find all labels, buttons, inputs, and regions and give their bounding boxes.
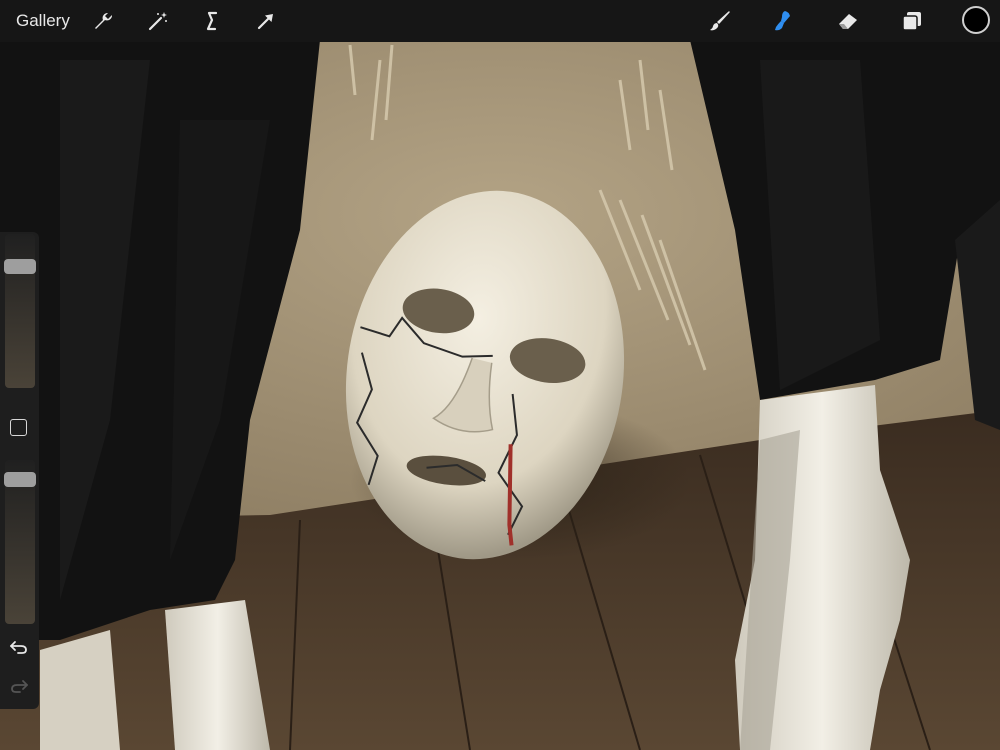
magic-wand-icon[interactable]: [146, 9, 170, 33]
eraser-icon[interactable]: [836, 9, 860, 33]
layers-icon[interactable]: [900, 9, 924, 33]
leg-left-edge: [40, 630, 120, 750]
brush-size-thumb[interactable]: [4, 259, 36, 275]
drawing-canvas[interactable]: [0, 0, 1000, 750]
opacity-slider[interactable]: [4, 460, 36, 624]
redo-icon[interactable]: [9, 676, 29, 696]
selection-icon[interactable]: [200, 9, 224, 33]
transform-arrow-icon[interactable]: [254, 9, 278, 33]
brush-icon[interactable]: [708, 9, 732, 33]
smudge-icon[interactable]: [770, 9, 794, 33]
wrench-icon[interactable]: [92, 9, 116, 33]
brush-size-slider[interactable]: [4, 234, 36, 388]
top-toolbar: Gallery: [0, 0, 1000, 42]
color-picker-button[interactable]: [962, 6, 990, 34]
undo-icon[interactable]: [9, 637, 29, 657]
left-sidebar: [0, 232, 39, 709]
opacity-thumb[interactable]: [4, 471, 36, 487]
modify-button[interactable]: [10, 419, 27, 436]
robe-fold-right: [760, 60, 880, 390]
gallery-button[interactable]: Gallery: [16, 10, 70, 32]
